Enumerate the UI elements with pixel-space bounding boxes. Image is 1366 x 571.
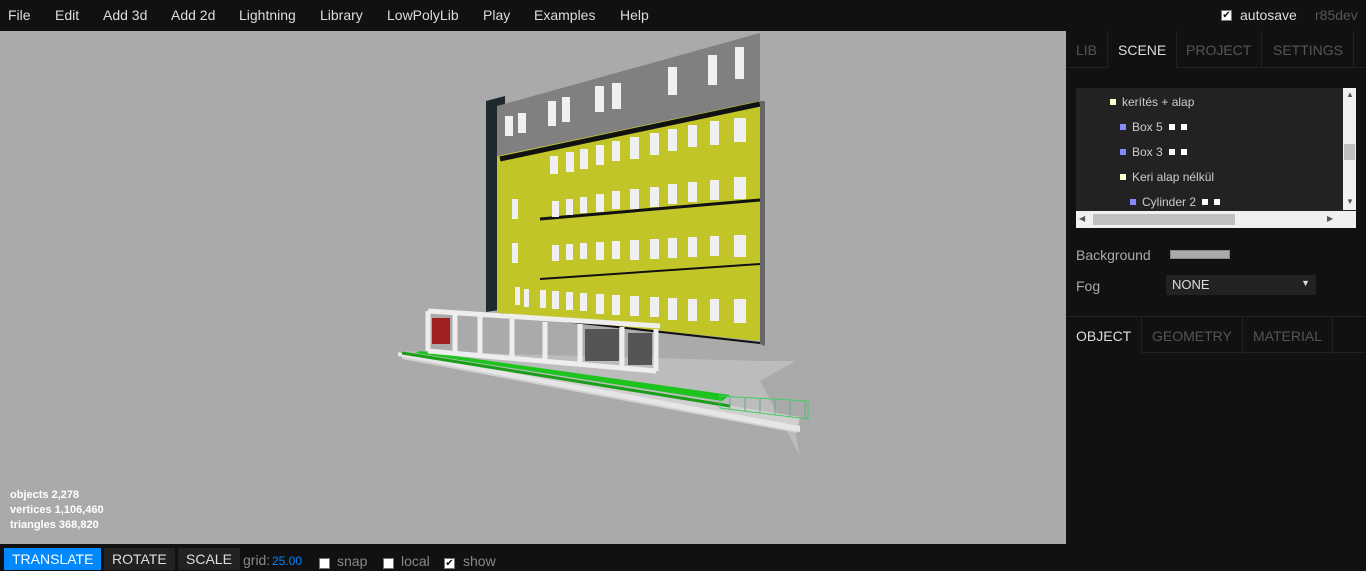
triangles-label: triangles (10, 519, 56, 531)
menu-library[interactable]: Library (320, 7, 363, 23)
outliner-item[interactable]: kerítés + alap (1110, 95, 1194, 109)
properties-tabs: OBJECT GEOMETRY MATERIAL (1066, 316, 1366, 354)
menu-add-3d[interactable]: Add 3d (103, 7, 147, 23)
fog-label: Fog (1076, 278, 1101, 294)
fog-select[interactable]: NONE ▼ (1166, 275, 1316, 295)
group-icon (1110, 98, 1116, 105)
dropdown-arrow-icon: ▼ (1301, 278, 1310, 288)
scrollbar-thumb[interactable] (1093, 214, 1235, 225)
outliner-item[interactable]: Keri alap nélkül (1120, 170, 1214, 184)
tab-object[interactable]: OBJECT (1066, 317, 1143, 354)
tab-geometry[interactable]: GEOMETRY (1142, 317, 1243, 354)
background-color-picker[interactable] (1170, 250, 1230, 259)
mesh-icon (1120, 148, 1126, 155)
outliner-item-label: Cylinder 2 (1142, 195, 1197, 209)
fog-select-value: NONE (1172, 277, 1210, 292)
checkbox-icon (319, 557, 330, 569)
sidebar-tabs: LIB SCENE PROJECT SETTINGS (1066, 31, 1366, 68)
objects-count: 2,278 (51, 489, 80, 501)
transform-toolbar: TRANSLATE ROTATE SCALE grid: 25.00 snap … (0, 544, 1066, 570)
viewport-3d[interactable]: objects 2,278 vertices 1,106,460 triangl… (0, 31, 1066, 544)
vertices-count: 1,106,460 (54, 504, 104, 516)
scroll-down-icon[interactable]: ▼ (1346, 197, 1354, 206)
menu-play[interactable]: Play (483, 7, 510, 23)
sidebar: LIB SCENE PROJECT SETTINGS kerítés + ala… (1066, 31, 1366, 570)
menu-file[interactable]: File (8, 7, 31, 23)
menu-lowpolylib[interactable]: LowPolyLib (387, 7, 459, 23)
building-model (398, 33, 809, 456)
outliner-item-label: Keri alap nélkül (1132, 170, 1215, 184)
show-label: show (463, 553, 496, 569)
snap-label: snap (337, 553, 368, 569)
scene-outliner[interactable]: kerítés + alap Box 5 Box 3 Keri alap nél… (1076, 88, 1356, 228)
scrollbar-thumb[interactable] (1344, 144, 1355, 160)
tab-scene[interactable]: SCENE (1108, 31, 1178, 68)
outliner-item-label: kerítés + alap (1122, 95, 1195, 109)
scale-button[interactable]: SCALE (178, 548, 240, 570)
rotate-button[interactable]: ROTATE (104, 548, 175, 570)
menu-edit[interactable]: Edit (55, 7, 79, 23)
material-icon (1180, 123, 1187, 130)
check-icon: ✔ (444, 557, 455, 569)
render-info: objects 2,278 vertices 1,106,460 triangl… (10, 488, 104, 533)
tab-project[interactable]: PROJECT (1176, 31, 1263, 68)
objects-label: objects (10, 489, 49, 501)
geometry-icon (1202, 198, 1209, 205)
vertices-label: vertices (10, 504, 52, 516)
material-icon (1214, 198, 1221, 205)
version-label: r85dev (1315, 7, 1358, 23)
scroll-left-icon[interactable]: ◀ (1079, 214, 1085, 223)
tab-lib[interactable]: LIB (1066, 31, 1109, 68)
material-icon (1180, 148, 1187, 155)
geometry-icon (1168, 148, 1175, 155)
mesh-icon (1120, 123, 1126, 130)
menu-lightning[interactable]: Lightning (239, 7, 296, 23)
menu-examples[interactable]: Examples (534, 7, 595, 23)
outliner-horizontal-scrollbar[interactable]: ◀ ▶ (1076, 211, 1356, 228)
grid-input[interactable]: 25.00 (272, 554, 302, 568)
grid-label: grid: (243, 552, 271, 568)
snap-checkbox[interactable] (319, 555, 330, 571)
triangles-count: 368,820 (58, 519, 99, 531)
outliner-item-label: Box 5 (1132, 120, 1163, 134)
scroll-right-icon[interactable]: ▶ (1327, 214, 1333, 223)
group-icon (1120, 173, 1126, 180)
menu-add-2d[interactable]: Add 2d (171, 7, 215, 23)
local-label: local (401, 553, 430, 569)
outliner-item[interactable]: Box 5 (1120, 120, 1187, 134)
outliner-item[interactable]: Cylinder 2 (1130, 195, 1221, 209)
check-icon: ✔ (1221, 9, 1232, 21)
autosave-label: autosave (1240, 7, 1297, 23)
outliner-item-label: Box 3 (1132, 145, 1163, 159)
show-checkbox[interactable]: ✔ (444, 555, 455, 571)
autosave-checkbox[interactable]: ✔ (1221, 7, 1232, 23)
mesh-icon (1130, 198, 1136, 205)
background-label: Background (1076, 247, 1151, 263)
checkbox-icon (383, 557, 394, 569)
scroll-up-icon[interactable]: ▲ (1346, 90, 1354, 99)
tab-material[interactable]: MATERIAL (1243, 317, 1333, 354)
outliner-item[interactable]: Box 3 (1120, 145, 1187, 159)
translate-button[interactable]: TRANSLATE (4, 548, 102, 570)
geometry-icon (1168, 123, 1175, 130)
tab-settings[interactable]: SETTINGS (1263, 31, 1355, 68)
menubar: File Edit Add 3d Add 2d Lightning Librar… (0, 0, 1366, 31)
outliner-vertical-scrollbar[interactable]: ▲ ▼ (1343, 88, 1356, 210)
menu-help[interactable]: Help (620, 7, 649, 23)
local-checkbox[interactable] (383, 555, 394, 571)
